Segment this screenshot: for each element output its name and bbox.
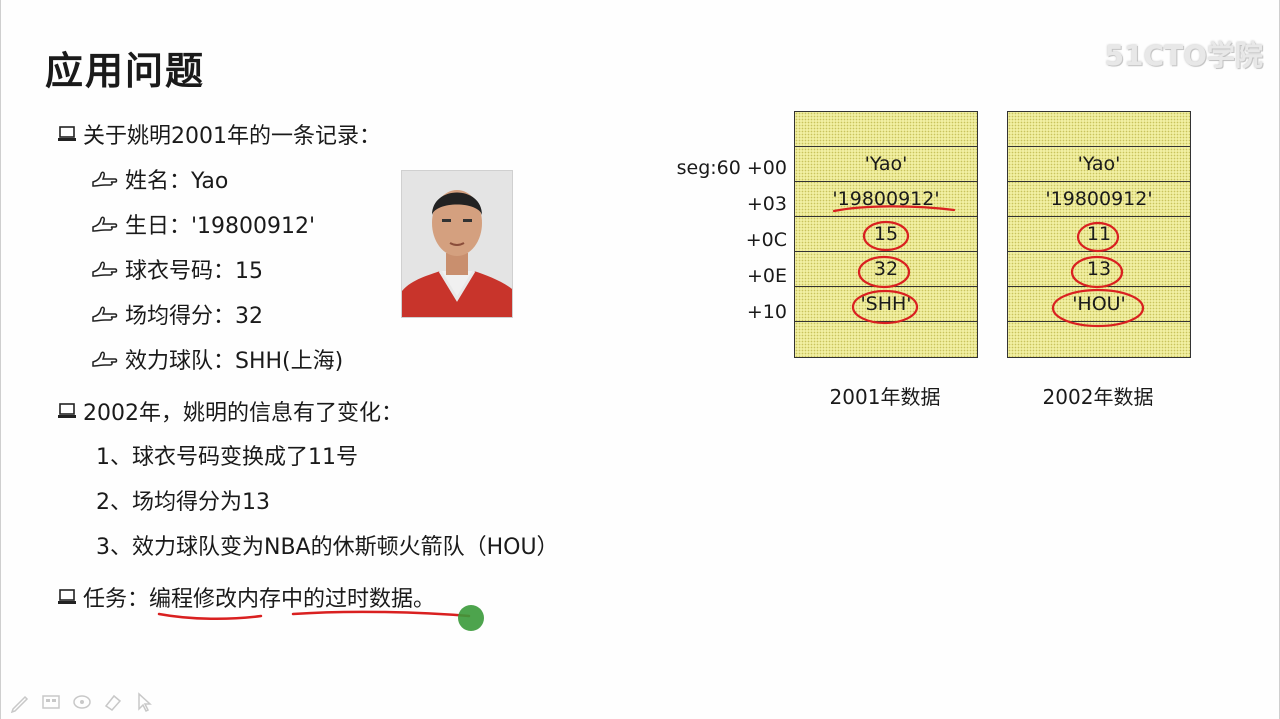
change-item: 1、球衣号码变换成了11号 [96,439,358,471]
watermark-logo: 51CTO学院 [1104,39,1263,72]
record-item: 场均得分：32 [91,298,263,330]
memory-cell [1008,112,1190,147]
record-item-birthday: 生日：'19800912' [125,214,316,239]
presentation-toolbar [9,691,155,714]
eraser-icon[interactable] [102,691,124,713]
table-caption-2001: 2001年数据 [829,385,941,409]
offset-label-0e: +0E [746,265,787,287]
memory-cell [795,112,977,147]
memory-cell: 'Yao' [795,147,977,182]
pointing-hand-icon [91,304,119,324]
pen-pointer-icon [458,605,484,631]
record-heading: 关于姚明2001年的一条记录： [57,118,381,150]
table-caption-2002: 2002年数据 [1042,385,1154,409]
record-item-team: 效力球队：SHH(上海) [125,349,344,374]
change-item-team: 3、效力球队变为NBA的休斯顿火箭队（HOU） [96,535,559,560]
zoom-icon[interactable] [71,691,93,713]
change-heading: 2002年，姚明的信息有了变化： [57,395,403,427]
memory-cell: 13 [1008,252,1190,287]
computer-icon [57,402,77,420]
memory-cell: 11 [1008,217,1190,252]
task-text: 编程修改内存中的过时数据。 [149,587,436,612]
change-item: 3、效力球队变为NBA的休斯顿火箭队（HOU） [96,529,559,561]
task-line: 任务： 编程修改内存中的过时数据。 [57,581,435,613]
memory-cell [1008,322,1190,357]
pointing-hand-icon [91,259,119,279]
offset-label-10: +10 [746,301,787,323]
memory-cell: '19800912' [795,182,977,217]
record-heading-text: 关于姚明2001年的一条记录： [83,124,381,149]
memory-cell [795,322,977,357]
player-photo [401,170,513,318]
memory-table-2002: 'Yao' '19800912' 11 13 'HOU' [1007,111,1191,358]
change-heading-text: 2002年，姚明的信息有了变化： [83,401,403,426]
change-item-jersey: 1、球衣号码变换成了11号 [96,445,358,470]
offset-label-00: seg:60 +00 [676,157,787,179]
change-item: 2、场均得分为13 [96,484,270,516]
change-item-points: 2、场均得分为13 [96,490,270,515]
pen-icon[interactable] [9,691,31,714]
pointing-hand-icon [91,349,119,369]
offset-label-0c: +0C [745,229,787,251]
memory-cell: 'SHH' [795,287,977,322]
pointing-hand-icon [91,169,119,189]
memory-cell: 'Yao' [1008,147,1190,182]
memory-table-2001: 'Yao' '19800912' 15 32 'SHH' [794,111,978,358]
slide-title: 应用问题 [45,48,206,93]
record-item-name: 姓名：Yao [125,169,229,194]
record-item: 效力球队：SHH(上海) [91,343,343,375]
slides-icon[interactable] [40,691,62,713]
memory-cell: 32 [795,252,977,287]
pointing-hand-icon [91,214,119,234]
offset-label-03: +03 [746,193,787,215]
record-item-jersey: 球衣号码：15 [125,259,263,284]
record-item: 球衣号码：15 [91,253,263,285]
memory-cell: 'HOU' [1008,287,1190,322]
task-label: 任务： [83,587,150,612]
slide: 应用问题 51CTO学院 关于姚明2001年的一条记录： 姓名：Yao 生日：'… [0,0,1280,719]
record-item-points: 场均得分：32 [125,304,263,329]
record-item: 姓名：Yao [91,163,228,195]
memory-cell: 15 [795,217,977,252]
computer-icon [57,588,77,606]
cursor-icon[interactable] [133,691,155,713]
record-item: 生日：'19800912' [91,208,315,240]
memory-cell: '19800912' [1008,182,1190,217]
computer-icon [57,125,77,143]
